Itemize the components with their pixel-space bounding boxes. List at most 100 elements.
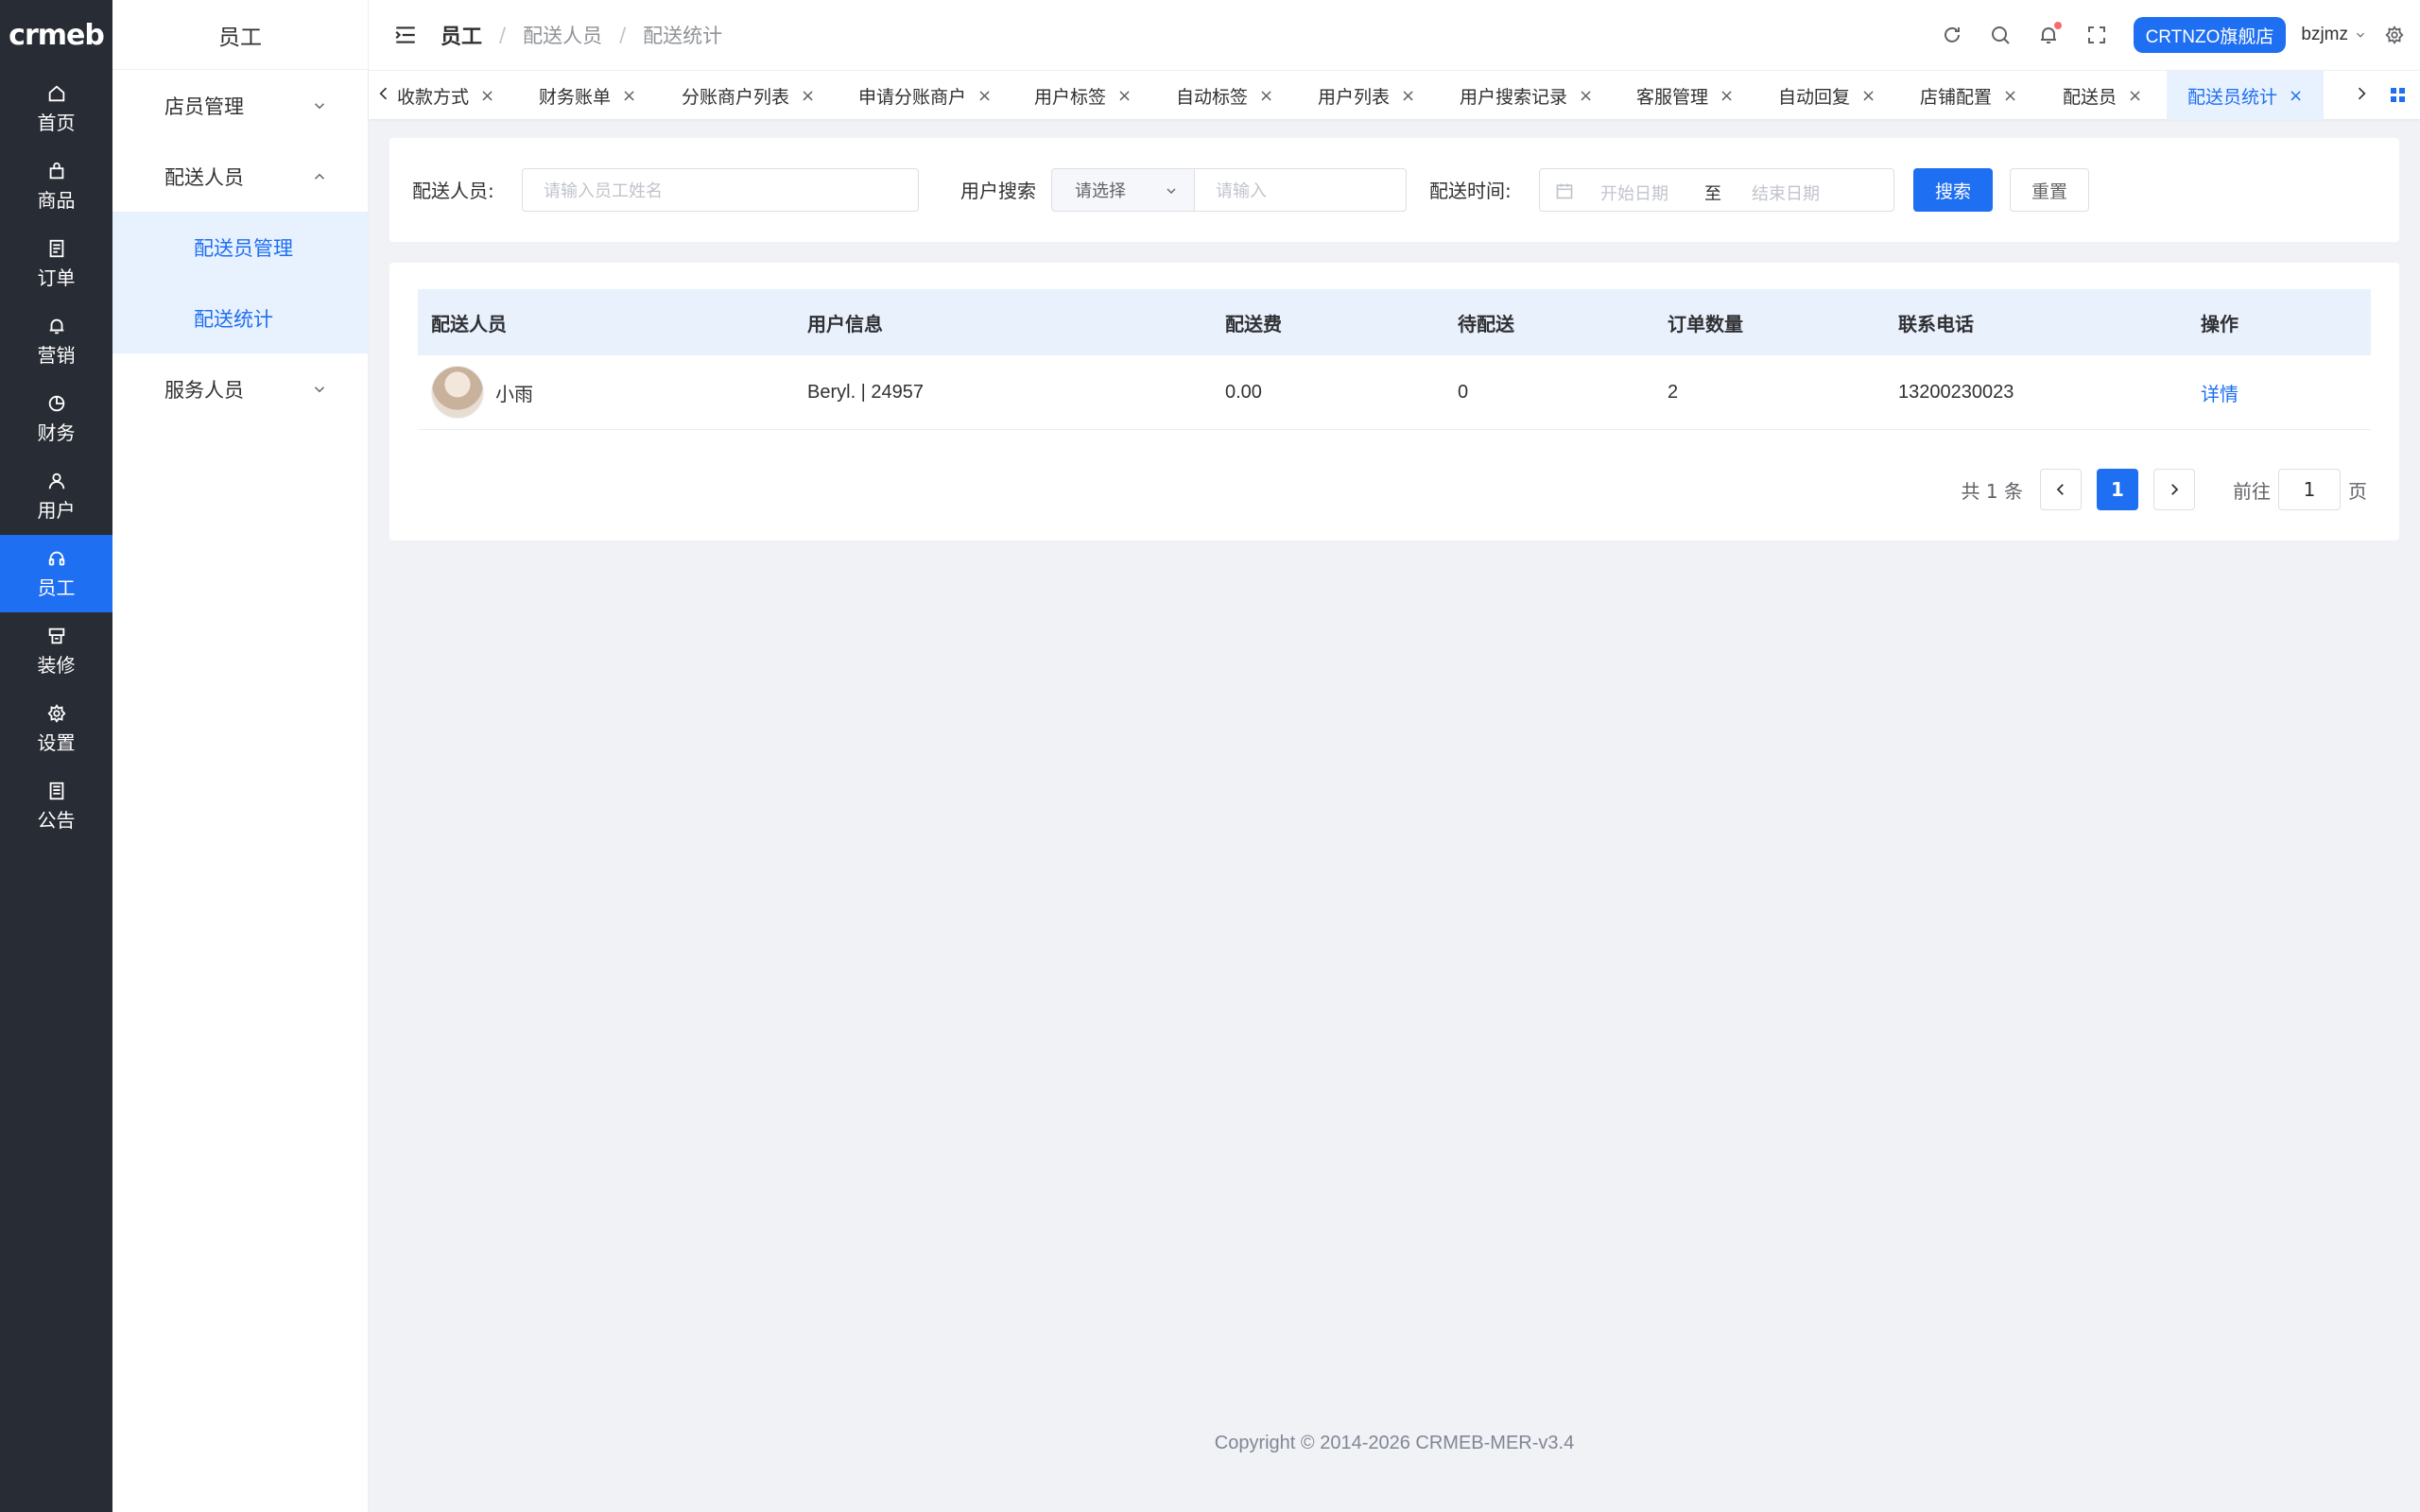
tab-scroll-right-icon[interactable] <box>2352 84 2371 103</box>
grid-icon[interactable] <box>2390 87 2407 104</box>
fullscreen-button[interactable] <box>2085 24 2108 46</box>
subnav-group-label: 配送人员 <box>164 165 244 189</box>
nav-staff[interactable]: 员工 <box>0 535 112 612</box>
nav-marketing[interactable]: 营销 <box>0 302 112 380</box>
breadcrumb-item: 配送统计 <box>643 25 723 47</box>
close-icon[interactable]: × <box>2003 86 2017 106</box>
refresh-button[interactable] <box>1941 24 1963 46</box>
page-number-current[interactable]: 1 <box>2097 469 2138 510</box>
chevron-down-icon <box>314 386 325 392</box>
main-nav-rail: crmeb 首页 商品 订单 营销 财务 用户 员工 装修 设置 公告 <box>0 0 112 1512</box>
subnav-group-courier[interactable]: 配送人员 <box>112 141 368 212</box>
stats-table-card: 配送人员 用户信息 配送费 待配送 订单数量 联系电话 操作 小雨 Beryl.… <box>389 263 2399 541</box>
close-icon[interactable]: × <box>801 86 815 106</box>
courier-cell: 小雨 <box>431 355 533 429</box>
goto-page-input[interactable]: 1 <box>2278 469 2341 510</box>
column-header: 操作 <box>2201 312 2238 335</box>
subnav-group-clerk[interactable]: 店员管理 <box>112 70 368 141</box>
column-header: 配送人员 <box>431 312 507 335</box>
next-page-button[interactable] <box>2153 469 2195 510</box>
goto-label: 前往 <box>2233 479 2271 503</box>
breadcrumb-item[interactable]: 员工 <box>441 20 482 50</box>
username[interactable]: bzjmz <box>2301 25 2348 45</box>
notification-button[interactable] <box>2037 22 2062 46</box>
column-header: 用户信息 <box>807 312 883 335</box>
subnav-group-label: 店员管理 <box>164 94 244 118</box>
nav-home[interactable]: 首页 <box>0 70 112 147</box>
subnav-group-service[interactable]: 服务人员 <box>112 353 368 424</box>
tab-item[interactable]: 自动标签 × <box>1176 71 1273 120</box>
nav-order-label: 订单 <box>37 266 76 289</box>
tab-item[interactable]: 分账商户列表 × <box>682 71 815 120</box>
column-header: 联系电话 <box>1898 312 1974 335</box>
date-range-picker[interactable]: 开始日期 至 结束日期 <box>1539 168 1894 212</box>
nav-order[interactable]: 订单 <box>0 225 112 302</box>
courier-name: 小雨 <box>495 384 533 405</box>
store-button[interactable]: CRTNZO旗舰店 <box>2133 17 2287 53</box>
nav-decor[interactable]: 装修 <box>0 612 112 690</box>
close-icon[interactable]: × <box>1259 86 1273 106</box>
search-button[interactable]: 搜索 <box>1913 168 1993 212</box>
menu-fold-icon[interactable] <box>393 23 418 47</box>
fullscreen-icon <box>2087 26 2105 43</box>
tab-scroll-left-icon[interactable] <box>374 84 393 103</box>
tab-item[interactable]: 配送员 × <box>2063 71 2142 120</box>
prev-page-button[interactable] <box>2040 469 2082 510</box>
nav-staff-label: 员工 <box>37 576 76 599</box>
close-icon[interactable]: × <box>1861 86 1876 106</box>
subnav-item-courier-manage[interactable]: 配送员管理 <box>112 212 368 283</box>
chevron-down-icon[interactable] <box>2354 28 2367 42</box>
reset-button[interactable]: 重置 <box>2010 168 2089 212</box>
chevron-right-icon <box>2171 484 2179 495</box>
close-icon[interactable]: × <box>1579 86 1593 106</box>
subnav-item-label: 配送员管理 <box>194 236 293 260</box>
tab-item-active[interactable]: 配送员统计 × <box>2167 71 2325 120</box>
tab-item[interactable]: 客服管理 × <box>1636 71 1734 120</box>
nav-user[interactable]: 用户 <box>0 457 112 535</box>
copyright-footer: Copyright © 2014-2026 CRMEB-MER-v3.4 <box>1214 1433 1575 1453</box>
nav-notice[interactable]: 公告 <box>0 767 112 845</box>
breadcrumb-item[interactable]: 配送人员 <box>523 21 602 49</box>
close-icon[interactable]: × <box>977 86 992 106</box>
detail-link[interactable]: 详情 <box>2201 355 2238 429</box>
gear-icon <box>46 703 66 723</box>
close-icon[interactable]: × <box>2289 86 2303 106</box>
nav-settings[interactable]: 设置 <box>0 690 112 767</box>
end-date-placeholder: 结束日期 <box>1752 184 1820 204</box>
subnav-item-label: 配送统计 <box>194 307 273 331</box>
courier-name-input[interactable]: 请输入员工姓名 <box>522 168 919 212</box>
tab-item[interactable]: 用户标签 × <box>1034 71 1132 120</box>
nav-finance-label: 财务 <box>37 421 76 444</box>
user-icon <box>48 472 64 489</box>
subnav-item-courier-stats[interactable]: 配送统计 <box>112 283 368 353</box>
tab-item[interactable]: 财务账单 × <box>539 71 636 120</box>
crmeb-logo[interactable]: crmeb <box>0 0 112 70</box>
user-info-cell: Beryl. | 24957 <box>807 381 925 403</box>
subnav-group-label: 服务人员 <box>164 378 244 402</box>
range-separator: 至 <box>1704 184 1721 204</box>
close-icon[interactable]: × <box>1720 86 1734 106</box>
tab-item[interactable]: 收款方式 × <box>397 71 494 120</box>
close-icon[interactable]: × <box>1401 86 1415 106</box>
tab-item[interactable]: 店铺配置 × <box>1920 71 2017 120</box>
close-icon[interactable]: × <box>480 86 494 106</box>
tab-item[interactable]: 自动回复 × <box>1778 71 1876 120</box>
close-icon[interactable]: × <box>1117 86 1132 106</box>
search-button[interactable] <box>1989 24 2012 46</box>
header-actions: CRTNZO旗舰店 bzjmz <box>1941 0 2420 70</box>
bag-icon <box>49 162 63 179</box>
nav-product[interactable]: 商品 <box>0 147 112 225</box>
tab-item[interactable]: 申请分账商户 × <box>858 71 992 120</box>
user-search-input[interactable]: 请输入 <box>1194 168 1407 212</box>
pagination: 共 1 条 1 前往 1 页 <box>1962 469 2367 510</box>
close-icon[interactable]: × <box>622 86 636 106</box>
chevron-down-icon <box>1167 188 1176 194</box>
tab-item[interactable]: 用户列表 × <box>1318 71 1415 120</box>
user-search-type-select[interactable]: 请选择 <box>1051 168 1195 212</box>
close-icon[interactable]: × <box>2128 86 2142 106</box>
sub-sidebar: 员工 店员管理 配送人员 配送员管理 配送统计 服务人员 <box>112 0 369 1512</box>
tab-item[interactable]: 用户搜索记录 × <box>1460 71 1593 120</box>
nav-decor-label: 装修 <box>37 653 76 677</box>
settings-gear-icon[interactable] <box>2384 25 2405 45</box>
nav-finance[interactable]: 财务 <box>0 380 112 457</box>
